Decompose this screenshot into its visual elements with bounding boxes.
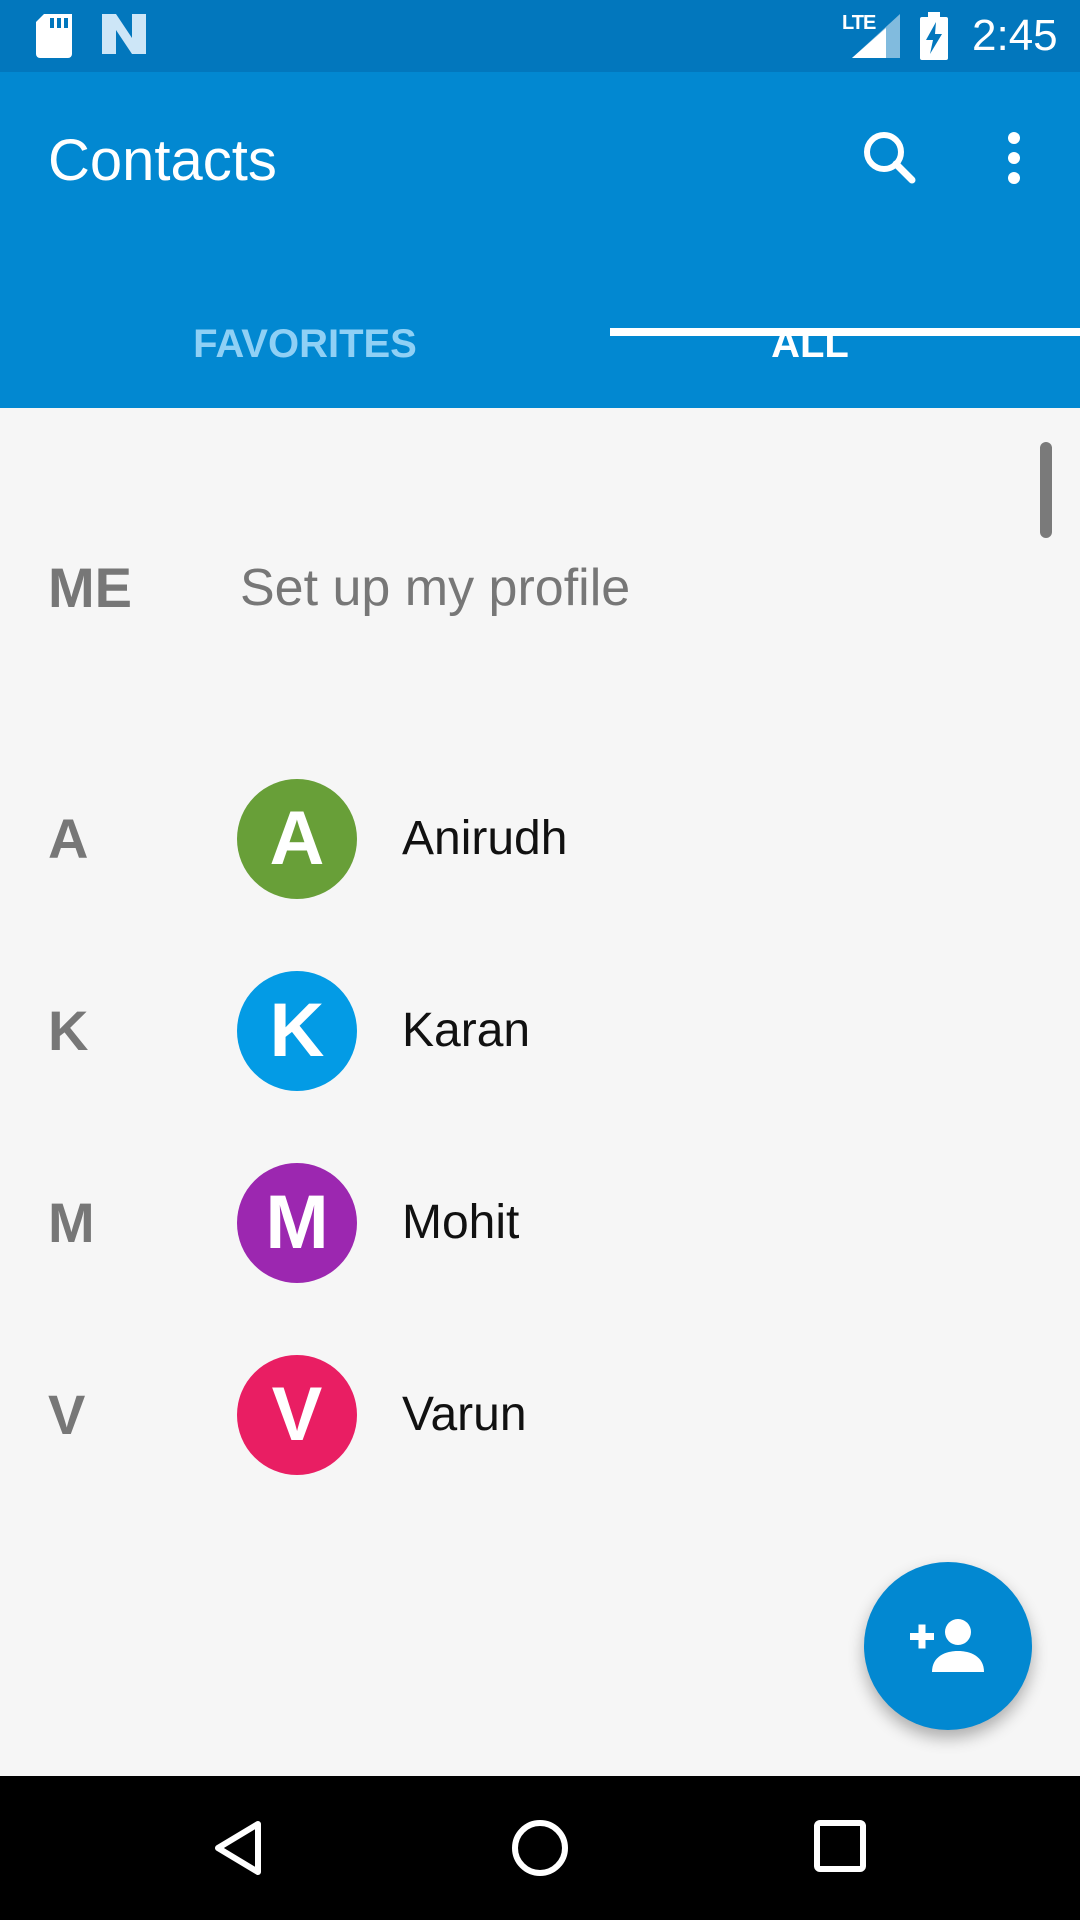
home-button[interactable]: [510, 1818, 570, 1883]
contact-row[interactable]: K K Karan: [0, 961, 1080, 1101]
section-letter: V: [48, 1383, 86, 1446]
home-icon: [512, 1820, 568, 1876]
avatar: A: [237, 779, 357, 899]
signal-icon: [852, 14, 900, 63]
me-label: ME: [48, 556, 132, 619]
more-vert-icon: [1008, 132, 1020, 184]
contact-name: Anirudh: [402, 812, 568, 865]
tab-all[interactable]: ALL: [540, 292, 1080, 408]
avatar: K: [237, 971, 357, 1091]
setup-profile-text: Set up my profile: [240, 559, 631, 617]
me-profile-row[interactable]: ME Set up my profile: [0, 528, 1080, 648]
navigation-bar: [0, 1776, 1080, 1920]
recents-button[interactable]: [812, 1818, 868, 1879]
app-bar: Contacts FAVORITES ALL: [0, 72, 1080, 408]
recents-icon: [814, 1820, 866, 1872]
avatar: M: [237, 1163, 357, 1283]
more-options-button[interactable]: [972, 116, 1056, 200]
tab-indicator: [610, 328, 1080, 336]
avatar: V: [237, 1355, 357, 1475]
search-button[interactable]: [848, 116, 932, 200]
contact-name: Karan: [402, 1004, 531, 1057]
back-icon: [215, 1821, 261, 1875]
clock: 2:45: [972, 11, 1058, 60]
section-letter: K: [48, 999, 89, 1062]
status-bar: LTE 2:45: [0, 0, 1080, 72]
scrollbar[interactable]: [1040, 442, 1052, 538]
add-person-icon: [910, 1619, 984, 1672]
search-icon: [864, 132, 916, 184]
sd-card-icon: [36, 14, 72, 63]
section-letter: M: [48, 1191, 95, 1254]
tab-favorites[interactable]: FAVORITES: [65, 292, 545, 408]
contact-row[interactable]: A A Anirudh: [0, 769, 1080, 909]
section-letter: A: [48, 807, 89, 870]
back-button[interactable]: [210, 1818, 270, 1883]
n-logo-icon: [102, 14, 146, 59]
contact-row[interactable]: M M Mohit: [0, 1153, 1080, 1293]
add-contact-button[interactable]: [864, 1562, 1032, 1730]
contact-row[interactable]: V V Varun: [0, 1345, 1080, 1485]
contact-name: Mohit: [402, 1196, 520, 1249]
tab-bar: FAVORITES ALL: [0, 292, 1080, 408]
battery-charging-icon: [920, 12, 948, 65]
contact-name: Varun: [402, 1388, 527, 1441]
page-title: Contacts: [48, 128, 277, 193]
